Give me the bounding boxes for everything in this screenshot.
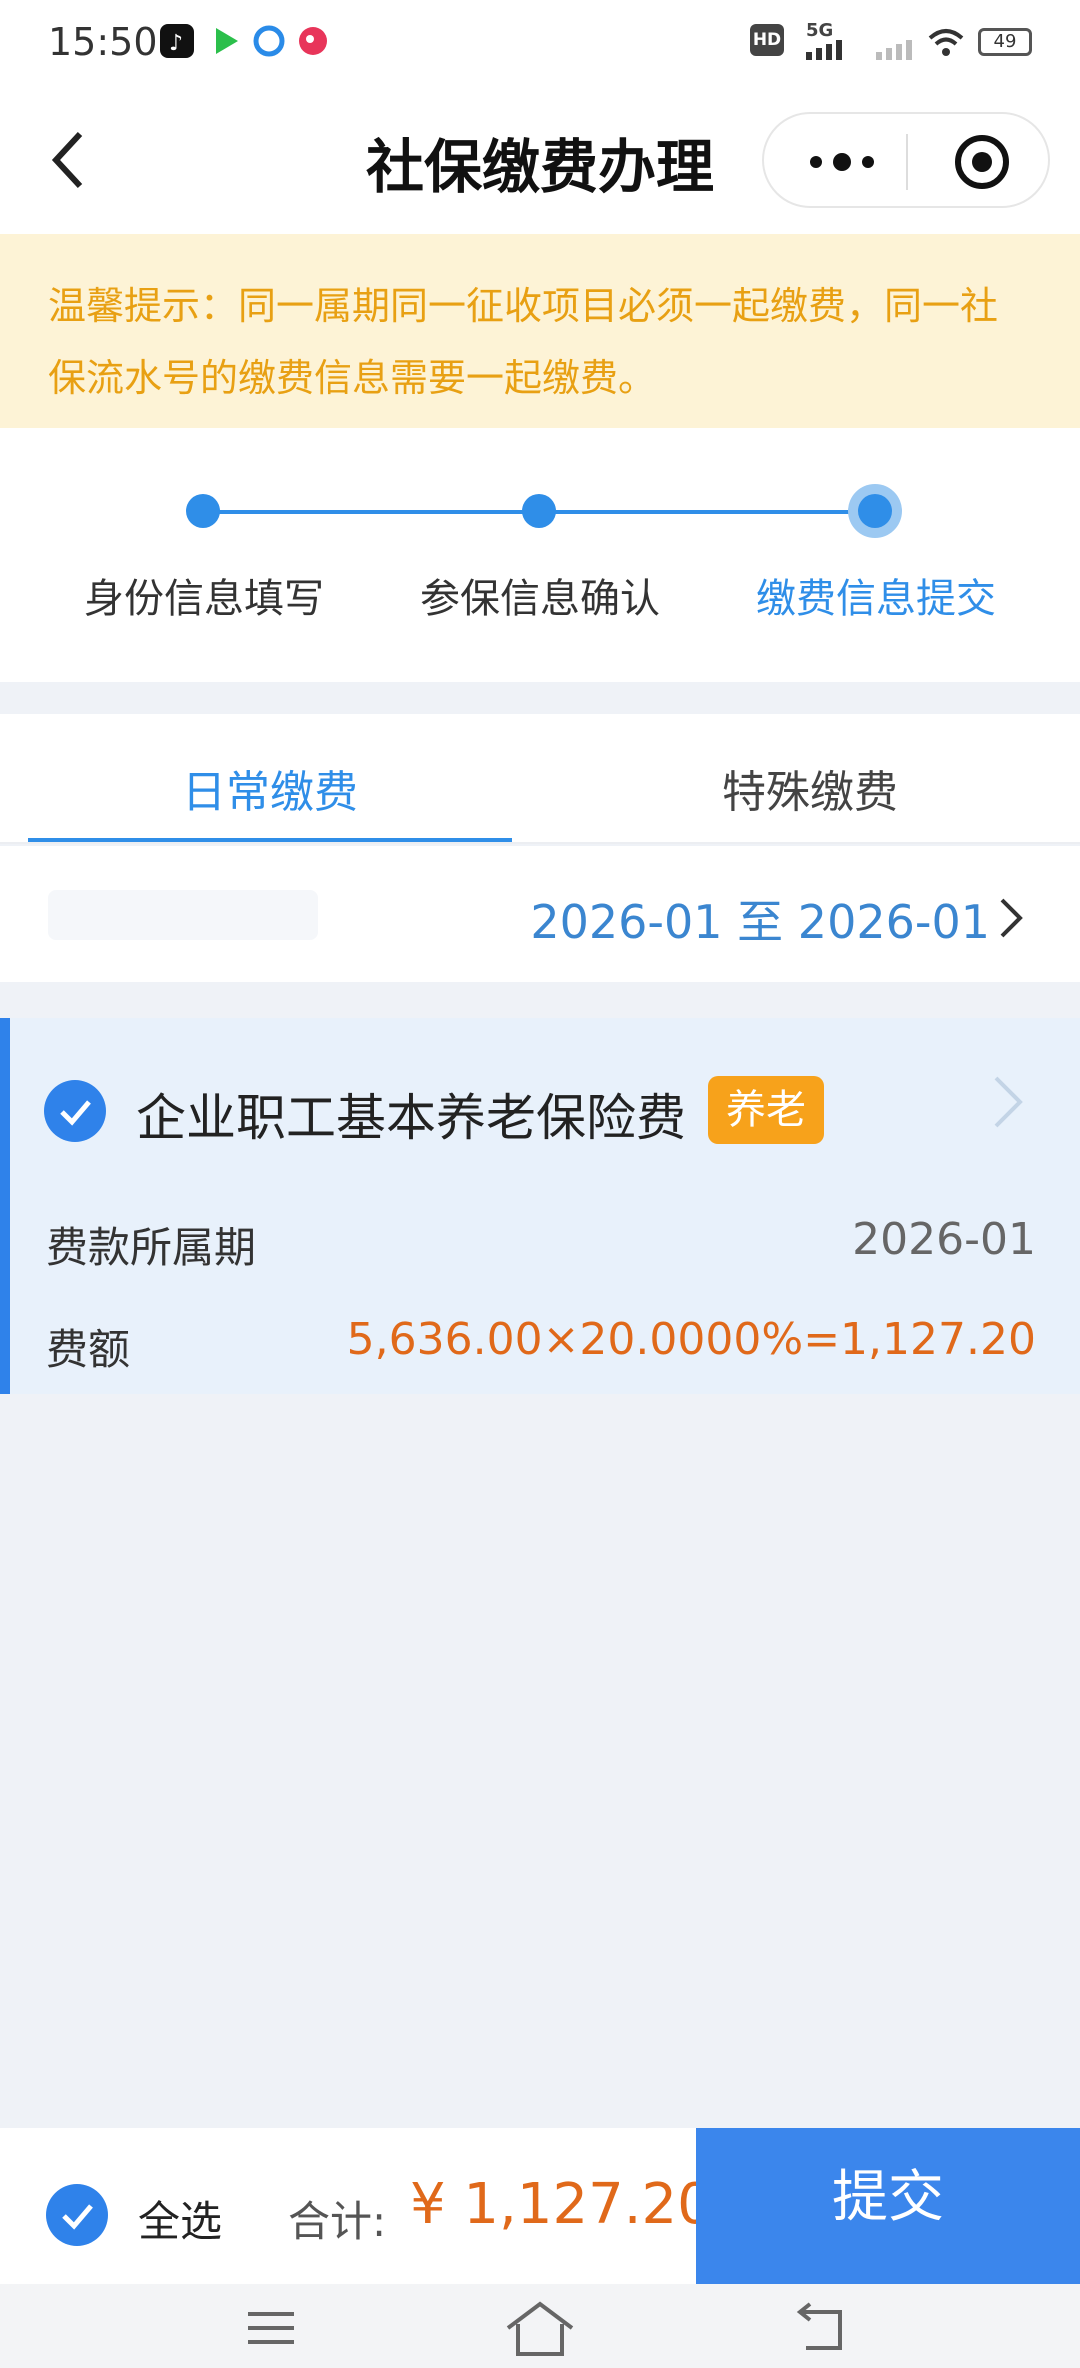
battery-icon: 49 <box>978 28 1032 56</box>
step-dot-2 <box>522 494 556 528</box>
period-range: 2026-01 至 2026-01 <box>530 895 990 949</box>
total-label: 合计: <box>288 2197 387 2246</box>
tiktok-icon: ♪ <box>160 24 194 58</box>
submit-button[interactable]: 提交 <box>696 2128 1080 2284</box>
tab-daily-payment[interactable]: 日常缴费 <box>0 756 540 820</box>
wifi-icon <box>928 29 964 56</box>
signal-2-icon <box>876 40 912 60</box>
step-dot-3 <box>858 494 892 528</box>
status-time: 15:50 <box>48 20 158 64</box>
period-selector[interactable]: 2026-01 至 2026-01 <box>0 846 1080 982</box>
category-badge: 养老 <box>708 1076 824 1144</box>
chevron-right-light-icon <box>994 1076 1023 1128</box>
capsule-divider <box>906 134 908 190</box>
menu-icon[interactable] <box>244 2306 298 2350</box>
period-label: 费款所属期 <box>46 1223 257 1272</box>
svg-text:♪: ♪ <box>169 31 183 56</box>
hd-icon: HD <box>750 24 784 56</box>
step-dot-1 <box>186 494 220 528</box>
home-icon[interactable] <box>504 2298 576 2358</box>
item-checkbox[interactable] <box>44 1080 106 1142</box>
amount-value: 5,636.00×20.0000%=1,127.20 <box>346 1314 1036 1365</box>
close-miniprogram-icon[interactable] <box>950 130 1014 194</box>
nav-bar: 社保缴费办理 <box>0 82 1080 234</box>
tab-bar: 日常缴费 特殊缴费 <box>0 714 1080 844</box>
select-all-label: 全选 <box>138 2197 223 2246</box>
app-icon <box>296 24 330 58</box>
total-amount: ¥ 1,127.20 <box>410 2172 713 2237</box>
tab-active-indicator <box>28 838 512 842</box>
check-icon <box>60 1100 91 1126</box>
chevron-right-icon <box>1000 898 1023 938</box>
signal-icon <box>806 40 842 60</box>
tab-special-payment[interactable]: 特殊缴费 <box>540 756 1080 820</box>
tip-notice: 温馨提示：同一属期同一征收项目必须一起缴费，同一社保流水号的缴费信息需要一起缴费… <box>0 234 1080 428</box>
step-progress: 身份信息填写 参保信息确认 缴费信息提交 <box>0 428 1080 682</box>
system-nav-bar <box>0 2284 1080 2368</box>
check-icon <box>62 2204 93 2230</box>
fee-item-card[interactable]: 企业职工基本养老保险费 养老 费款所属期 2026-01 费额 5,636.00… <box>0 1018 1080 1394</box>
amount-label: 费额 <box>46 1325 131 1374</box>
status-bar: 15:50 ♪ HD 5G 49 <box>0 0 1080 82</box>
back-nav-icon[interactable] <box>794 2302 850 2356</box>
more-icon[interactable] <box>802 144 882 180</box>
step-label-3: 缴费信息提交 <box>756 576 996 622</box>
step-label-2: 参保信息确认 <box>420 576 660 622</box>
browser-icon <box>252 24 286 58</box>
select-all-checkbox[interactable] <box>46 2184 108 2246</box>
mini-program-capsule <box>762 112 1050 208</box>
period-value: 2026-01 <box>852 1214 1036 1265</box>
fee-item-name: 企业职工基本养老保险费 <box>136 1089 686 1147</box>
video-app-icon <box>208 24 242 58</box>
step-label-1: 身份信息填写 <box>84 576 324 622</box>
network-type: 5G <box>806 20 834 41</box>
blurred-label <box>48 890 318 940</box>
